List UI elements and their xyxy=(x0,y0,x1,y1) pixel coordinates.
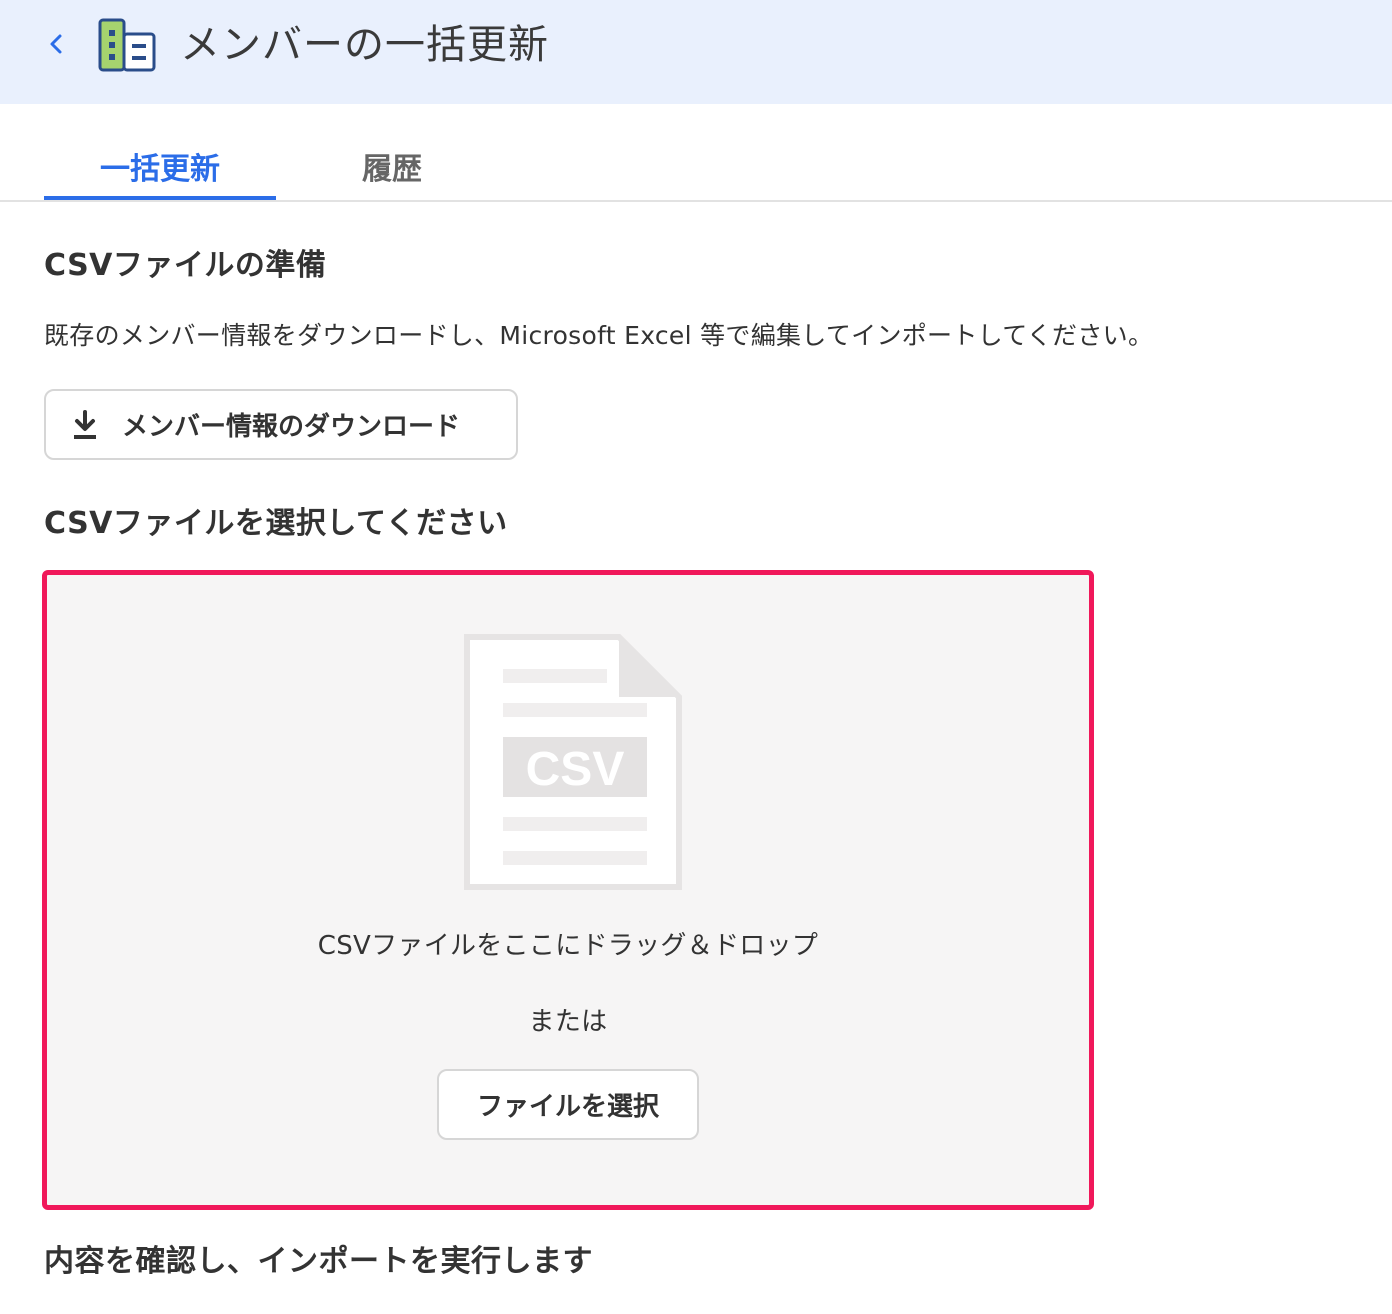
prepare-section-title: CSVファイルの準備 xyxy=(44,248,327,283)
tab-bulk-update[interactable]: 一括更新 xyxy=(44,144,276,200)
or-text: または xyxy=(528,1007,608,1037)
csv-illustration-label: CSV xyxy=(526,743,625,796)
confirm-section-title: 内容を確認し、インポートを実行します xyxy=(44,1244,593,1279)
select-section-title: CSVファイルを選択してください xyxy=(44,506,508,541)
prepare-description: 既存のメンバー情報をダウンロードし、Microsoft Excel 等で編集して… xyxy=(44,321,1154,350)
csv-dropzone[interactable]: CSV CSVファイルをここにドラッグ＆ドロップ または ファイルを選択 xyxy=(42,570,1094,1210)
csv-file-icon: CSV xyxy=(464,634,682,890)
download-icon xyxy=(74,409,96,439)
download-button-label: メンバー情報のダウンロード xyxy=(122,412,461,442)
chevron-left-icon xyxy=(50,34,62,54)
page-title: メンバーの一括更新 xyxy=(180,22,549,68)
drop-instruction: CSVファイルをここにドラッグ＆ドロップ xyxy=(317,931,819,961)
tab-history[interactable]: 履歴 xyxy=(300,144,484,200)
back-button[interactable] xyxy=(38,24,74,64)
select-file-button[interactable]: ファイルを選択 xyxy=(437,1069,699,1140)
download-members-button[interactable]: メンバー情報のダウンロード xyxy=(44,389,518,460)
building-icon xyxy=(98,18,156,72)
tab-bar: 一括更新 履歴 xyxy=(0,104,1392,202)
page-header: メンバーの一括更新 xyxy=(0,0,1392,104)
